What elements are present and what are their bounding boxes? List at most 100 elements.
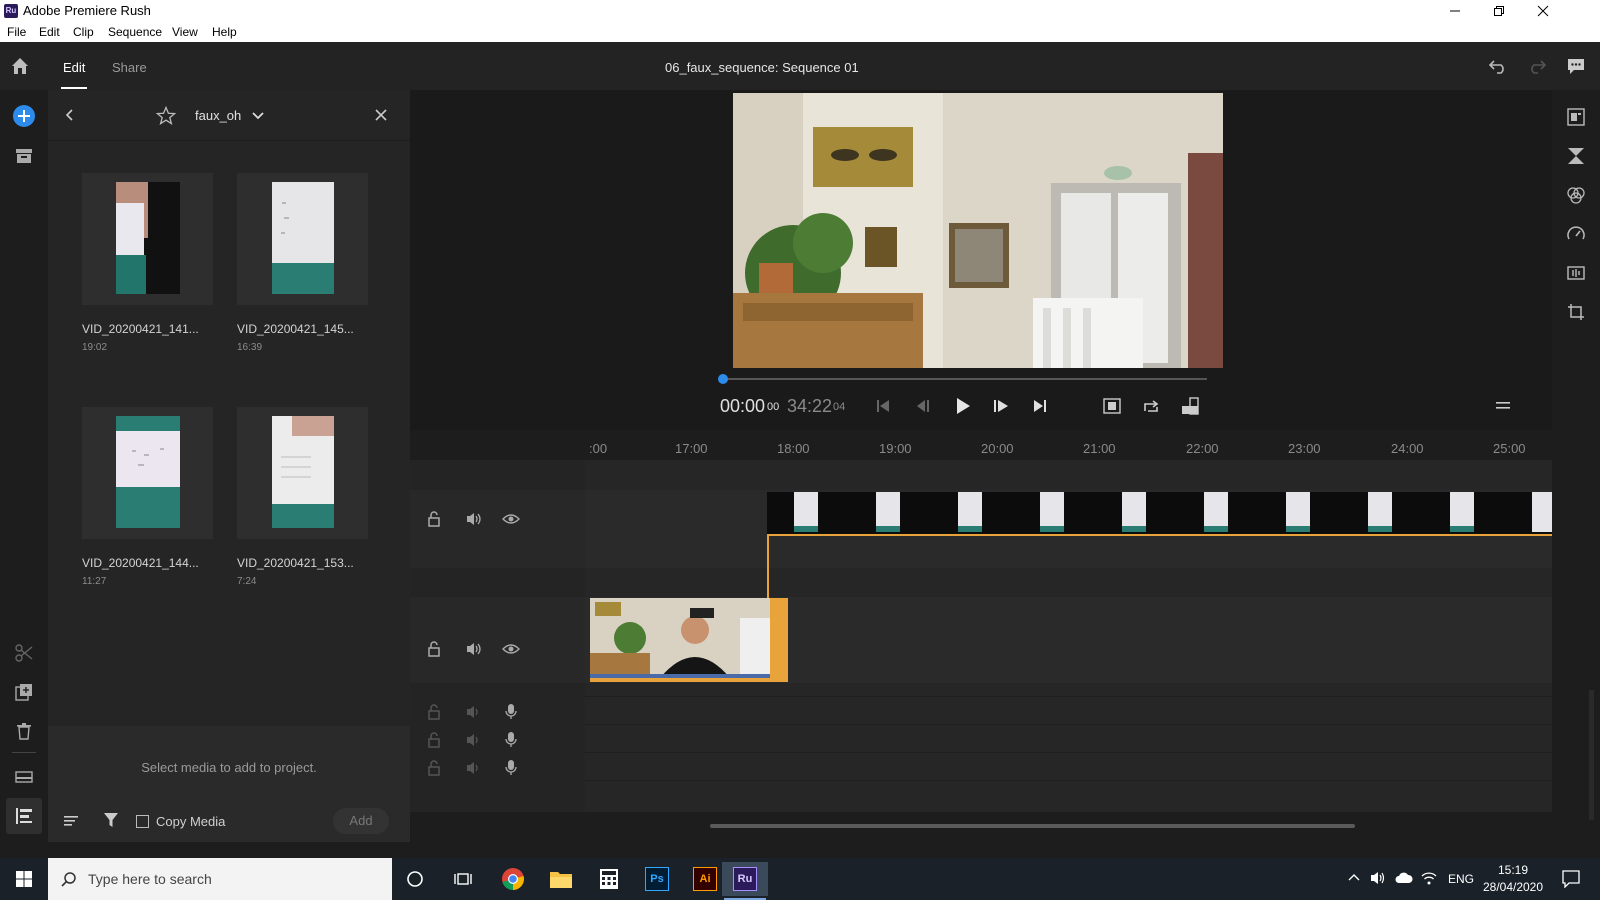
step-back-icon[interactable]: [915, 398, 931, 414]
ruler-tick: 17:00: [675, 441, 708, 456]
delete-icon[interactable]: [16, 722, 32, 740]
duplicate-icon[interactable]: [15, 683, 33, 701]
copy-media-checkbox[interactable]: [136, 815, 149, 828]
project-assets-icon[interactable]: [15, 148, 33, 164]
scrub-handle[interactable]: [718, 374, 728, 384]
taskbar-search-box[interactable]: Type here to search: [48, 858, 392, 900]
close-window-button[interactable]: [1520, 0, 1566, 22]
media-thumbnail[interactable]: [82, 407, 213, 539]
loop-icon[interactable]: [1142, 398, 1160, 414]
illustrator-icon[interactable]: Ai: [684, 862, 726, 896]
panel-divider: [48, 140, 410, 141]
color-icon[interactable]: [1567, 186, 1585, 204]
lock-icon[interactable]: [427, 510, 441, 528]
timeline-scrollbar[interactable]: [710, 824, 1355, 828]
lock-icon[interactable]: [427, 640, 441, 658]
media-item-name: VID_20200421_144...: [82, 556, 199, 570]
timeline-ruler[interactable]: :00 17:00 18:00 19:00 20:00 21:00 22:00 …: [410, 430, 1552, 460]
fit-frame-icon[interactable]: [1103, 398, 1121, 414]
add-media-button[interactable]: [12, 104, 36, 128]
file-explorer-icon[interactable]: [540, 862, 582, 896]
back-chevron-icon[interactable]: [64, 108, 74, 122]
chrome-icon[interactable]: [492, 862, 534, 896]
sort-list-icon[interactable]: [63, 814, 79, 828]
video-preview-frame[interactable]: [733, 93, 1223, 368]
video-clip-selected[interactable]: [590, 598, 788, 682]
split-clip-icon[interactable]: [15, 644, 33, 662]
clock-time[interactable]: 15:19: [1483, 863, 1543, 877]
restore-button[interactable]: [1476, 0, 1522, 22]
lock-icon[interactable]: [427, 759, 441, 777]
onedrive-icon[interactable]: [1395, 872, 1413, 884]
sequence-title: 06_faux_sequence: Sequence 01: [665, 60, 859, 75]
audio-icon[interactable]: [1567, 264, 1585, 282]
cortana-icon[interactable]: [394, 862, 436, 896]
menu-file[interactable]: File: [7, 25, 26, 39]
microphone-icon[interactable]: [505, 759, 517, 777]
track-divider: [585, 724, 1552, 725]
folder-name[interactable]: faux_oh: [195, 108, 241, 123]
eye-icon[interactable]: [502, 642, 520, 656]
graphics-icon[interactable]: [1567, 108, 1585, 126]
microphone-icon[interactable]: [505, 731, 517, 749]
ruler-tick: 22:00: [1186, 441, 1219, 456]
close-panel-icon[interactable]: [375, 109, 387, 121]
go-to-end-icon[interactable]: [1032, 398, 1048, 414]
scrub-track[interactable]: [723, 378, 1207, 380]
premiere-rush-icon[interactable]: Ru: [722, 862, 768, 896]
chevron-down-icon[interactable]: [252, 112, 264, 120]
calculator-icon[interactable]: [588, 862, 630, 896]
wifi-icon[interactable]: [1421, 871, 1437, 885]
notifications-icon[interactable]: [1562, 870, 1580, 888]
media-item-duration: 19:02: [82, 342, 108, 353]
speed-icon[interactable]: [1567, 225, 1585, 243]
timeline-menu-icon[interactable]: [1495, 401, 1511, 411]
photoshop-icon[interactable]: Ps: [636, 862, 678, 896]
media-thumbnail[interactable]: [237, 173, 368, 305]
media-item-name: VID_20200421_145...: [237, 322, 354, 336]
speaker-icon[interactable]: [465, 641, 483, 657]
feedback-icon[interactable]: [1566, 57, 1586, 75]
speaker-icon[interactable]: [465, 760, 483, 776]
tab-edit[interactable]: Edit: [63, 60, 85, 75]
transitions-icon[interactable]: [1567, 147, 1585, 165]
chevron-up-icon[interactable]: [1348, 873, 1360, 881]
volume-icon[interactable]: [1370, 871, 1386, 885]
menu-edit[interactable]: Edit: [39, 25, 60, 39]
clock-date[interactable]: 28/04/2020: [1478, 880, 1548, 894]
video-clip-upper[interactable]: [767, 492, 1552, 536]
microphone-icon[interactable]: [505, 703, 517, 721]
speaker-icon[interactable]: [465, 704, 483, 720]
step-forward-icon[interactable]: [992, 398, 1010, 414]
titles-icon[interactable]: [15, 770, 33, 784]
play-icon[interactable]: [955, 397, 971, 415]
menu-sequence[interactable]: Sequence: [108, 25, 162, 39]
task-view-icon[interactable]: [442, 862, 484, 896]
photoshop-label: Ps: [645, 867, 669, 891]
language-indicator[interactable]: ENG: [1448, 872, 1474, 886]
media-thumbnail[interactable]: [237, 407, 368, 539]
home-icon[interactable]: [10, 56, 30, 76]
media-item-name: VID_20200421_153...: [237, 556, 354, 570]
add-button[interactable]: Add: [333, 808, 389, 834]
aspect-ratio-icon[interactable]: [1181, 397, 1199, 415]
menu-help[interactable]: Help: [212, 25, 237, 39]
lock-icon[interactable]: [427, 731, 441, 749]
undo-icon[interactable]: [1488, 58, 1508, 74]
lock-icon[interactable]: [427, 703, 441, 721]
tab-share[interactable]: Share: [112, 60, 147, 75]
media-thumbnail[interactable]: [82, 173, 213, 305]
menu-view[interactable]: View: [172, 25, 198, 39]
go-to-start-icon[interactable]: [875, 398, 891, 414]
redo-icon[interactable]: [1527, 58, 1547, 74]
eye-icon[interactable]: [502, 512, 520, 526]
filter-icon[interactable]: [103, 812, 119, 828]
favorite-star-icon[interactable]: [156, 106, 176, 125]
windows-start-icon[interactable]: [3, 862, 45, 896]
minimize-button[interactable]: [1432, 0, 1478, 22]
crop-transform-icon[interactable]: [1567, 303, 1585, 321]
menu-clip[interactable]: Clip: [73, 25, 94, 39]
speaker-icon[interactable]: [465, 732, 483, 748]
speaker-icon[interactable]: [465, 511, 483, 527]
timeline-view-button[interactable]: [6, 798, 42, 834]
